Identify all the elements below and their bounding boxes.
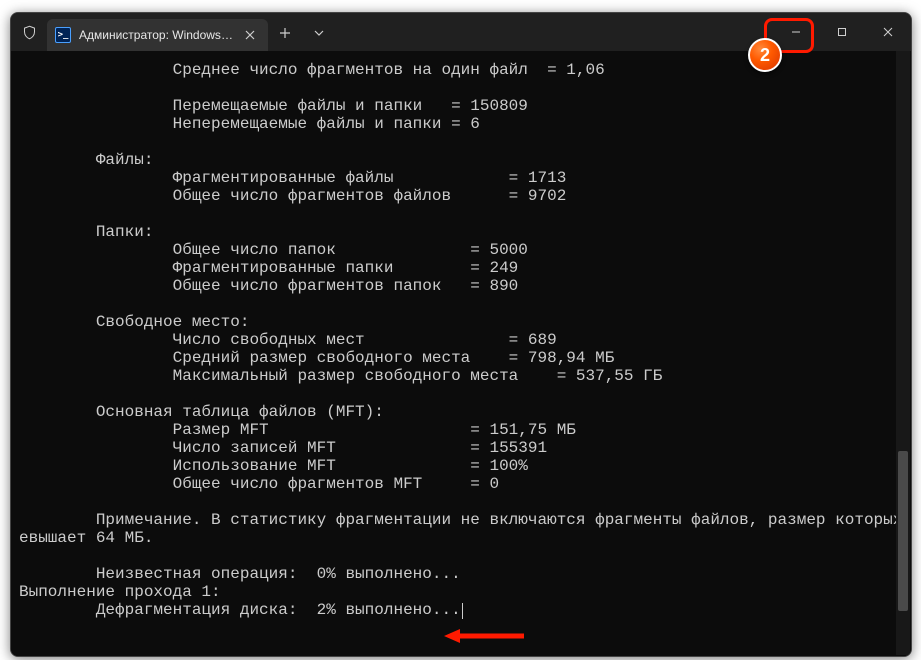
close-button[interactable]	[865, 13, 911, 51]
scrollbar-thumb[interactable]	[898, 451, 908, 611]
terminal-output[interactable]: Среднее число фрагментов на один файл = …	[11, 51, 911, 656]
maximize-button[interactable]	[819, 13, 865, 51]
terminal-window: >_ Администратор: Windows Po	[10, 12, 912, 657]
tab-title: Администратор: Windows Po	[79, 28, 234, 42]
tab-powershell[interactable]: >_ Администратор: Windows Po	[47, 19, 268, 51]
titlebar-drag-area[interactable]	[336, 13, 773, 51]
new-tab-button[interactable]	[268, 27, 302, 39]
minimize-button[interactable]	[773, 13, 819, 51]
titlebar: >_ Администратор: Windows Po	[11, 13, 911, 51]
titlebar-left: >_ Администратор: Windows Po	[11, 13, 336, 51]
uac-shield-icon	[11, 25, 47, 40]
tab-dropdown-button[interactable]	[302, 28, 336, 38]
window-controls	[773, 13, 911, 51]
scrollbar-vertical[interactable]	[896, 51, 910, 655]
powershell-icon: >_	[55, 27, 71, 43]
tab-close-button[interactable]	[242, 27, 258, 43]
